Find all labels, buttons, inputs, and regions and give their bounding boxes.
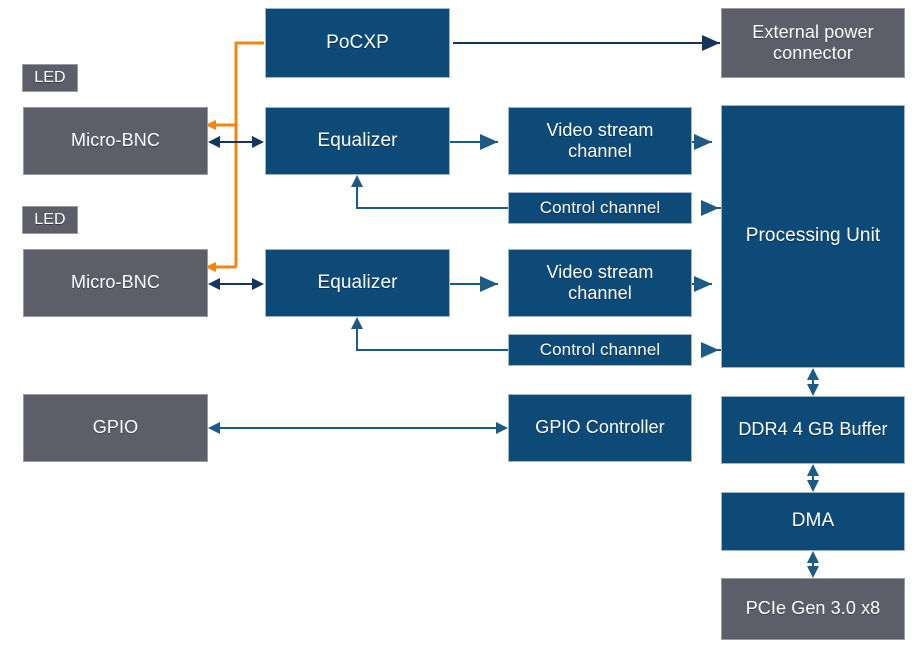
external-power-connector-block: External power connector: [721, 8, 905, 78]
pcie-block: PCIe Gen 3.0 x8: [721, 578, 905, 640]
wire-pocxp-power-feed: [205, 41, 264, 272]
video-stream-channel-block-2: Video stream channel: [508, 249, 692, 317]
equalizer-block-1: Equalizer: [265, 107, 450, 175]
pocxp-block: PoCXP: [265, 8, 450, 78]
control-channel-block-1: Control channel: [508, 192, 692, 224]
control-channel-block-2: Control channel: [508, 334, 692, 366]
ddr4-buffer-block: DDR4 4 GB Buffer: [721, 396, 905, 464]
wire-control-channel-2-to-equalizer-2: [351, 317, 508, 351]
led-indicator-2: LED: [22, 206, 78, 234]
wire-control-channel-1-to-equalizer-1: [351, 175, 508, 209]
led-indicator-1: LED: [22, 64, 78, 92]
dma-block: DMA: [721, 492, 905, 551]
block-diagram-canvas: LED Micro-BNC LED Micro-BNC GPIO PoCXP E…: [0, 0, 916, 648]
gpio-controller-block: GPIO Controller: [508, 394, 692, 462]
wire-ddr4-to-dma: [807, 464, 819, 492]
video-stream-channel-block-1: Video stream channel: [508, 107, 692, 175]
wire-micro-bnc-2-to-equalizer-2: [208, 278, 264, 290]
wire-micro-bnc-1-to-equalizer-1: [208, 136, 264, 148]
micro-bnc-connector-2: Micro-BNC: [23, 249, 208, 317]
wire-gpio-to-gpio-controller: [208, 422, 508, 434]
equalizer-block-2: Equalizer: [265, 249, 450, 317]
wire-processing-unit-to-ddr4: [807, 368, 819, 396]
gpio-block: GPIO: [23, 394, 208, 462]
processing-unit-block: Processing Unit: [721, 105, 905, 368]
wire-dma-to-pcie: [807, 551, 819, 578]
micro-bnc-connector-1: Micro-BNC: [23, 107, 208, 175]
